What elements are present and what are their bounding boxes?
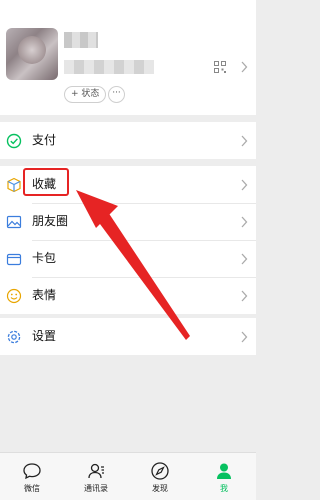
blurred-wechat-id xyxy=(64,60,154,74)
more-button[interactable]: ··· xyxy=(108,86,125,103)
menu-item-label: 朋友圈 xyxy=(32,214,69,228)
moments-picture-icon xyxy=(6,214,22,230)
blurred-nickname xyxy=(64,32,98,48)
compass-icon xyxy=(150,461,170,481)
favorites-cube-icon xyxy=(6,177,22,193)
chat-bubble-icon xyxy=(22,461,42,481)
menu-item-cards[interactable]: 卡包 xyxy=(0,240,256,277)
menu-item-label: 支付 xyxy=(32,133,57,147)
qr-code-icon[interactable] xyxy=(214,61,226,73)
card-wallet-icon xyxy=(6,251,22,267)
menu-item-label: 表情 xyxy=(32,288,57,302)
chevron-right-icon xyxy=(240,179,248,191)
menu-item-pay[interactable]: 支付 xyxy=(0,122,256,159)
chevron-right-icon xyxy=(240,290,248,302)
menu-item-stickers[interactable]: 表情 xyxy=(0,277,256,314)
menu-group-pay: 支付 xyxy=(0,122,256,159)
chevron-right-icon xyxy=(240,61,248,73)
tab-label: 我 xyxy=(220,484,228,493)
menu-item-moments[interactable]: 朋友圈 xyxy=(0,203,256,240)
chevron-right-icon xyxy=(240,253,248,265)
tab-me[interactable]: 我 xyxy=(192,453,256,500)
menu-item-settings[interactable]: 设置 xyxy=(0,318,256,355)
chevron-right-icon xyxy=(240,216,248,228)
pay-icon xyxy=(6,133,22,149)
tab-contacts[interactable]: 通讯录 xyxy=(64,453,128,500)
status-button[interactable]: + 状态 xyxy=(64,86,107,103)
contacts-icon xyxy=(86,461,106,481)
chevron-right-icon xyxy=(240,135,248,147)
menu-item-label: 卡包 xyxy=(32,251,57,265)
avatar[interactable] xyxy=(6,28,58,80)
gear-icon xyxy=(6,329,22,345)
chevron-right-icon xyxy=(240,331,248,343)
tab-label: 发现 xyxy=(152,484,168,493)
menu-group-settings: 设置 xyxy=(0,318,256,355)
menu-item-label: 设置 xyxy=(32,329,57,343)
tab-label: 通讯录 xyxy=(84,484,108,493)
person-icon xyxy=(214,461,234,481)
tab-chats[interactable]: 微信 xyxy=(0,453,64,500)
smiley-icon xyxy=(6,288,22,304)
profile-header[interactable]: + 状态 ··· xyxy=(0,0,256,115)
tab-label: 微信 xyxy=(24,484,40,493)
tab-discover[interactable]: 发现 xyxy=(128,453,192,500)
bottom-tab-bar: 微信 通讯录 发现 我 xyxy=(0,452,256,500)
annotation-highlight-box xyxy=(23,168,69,196)
